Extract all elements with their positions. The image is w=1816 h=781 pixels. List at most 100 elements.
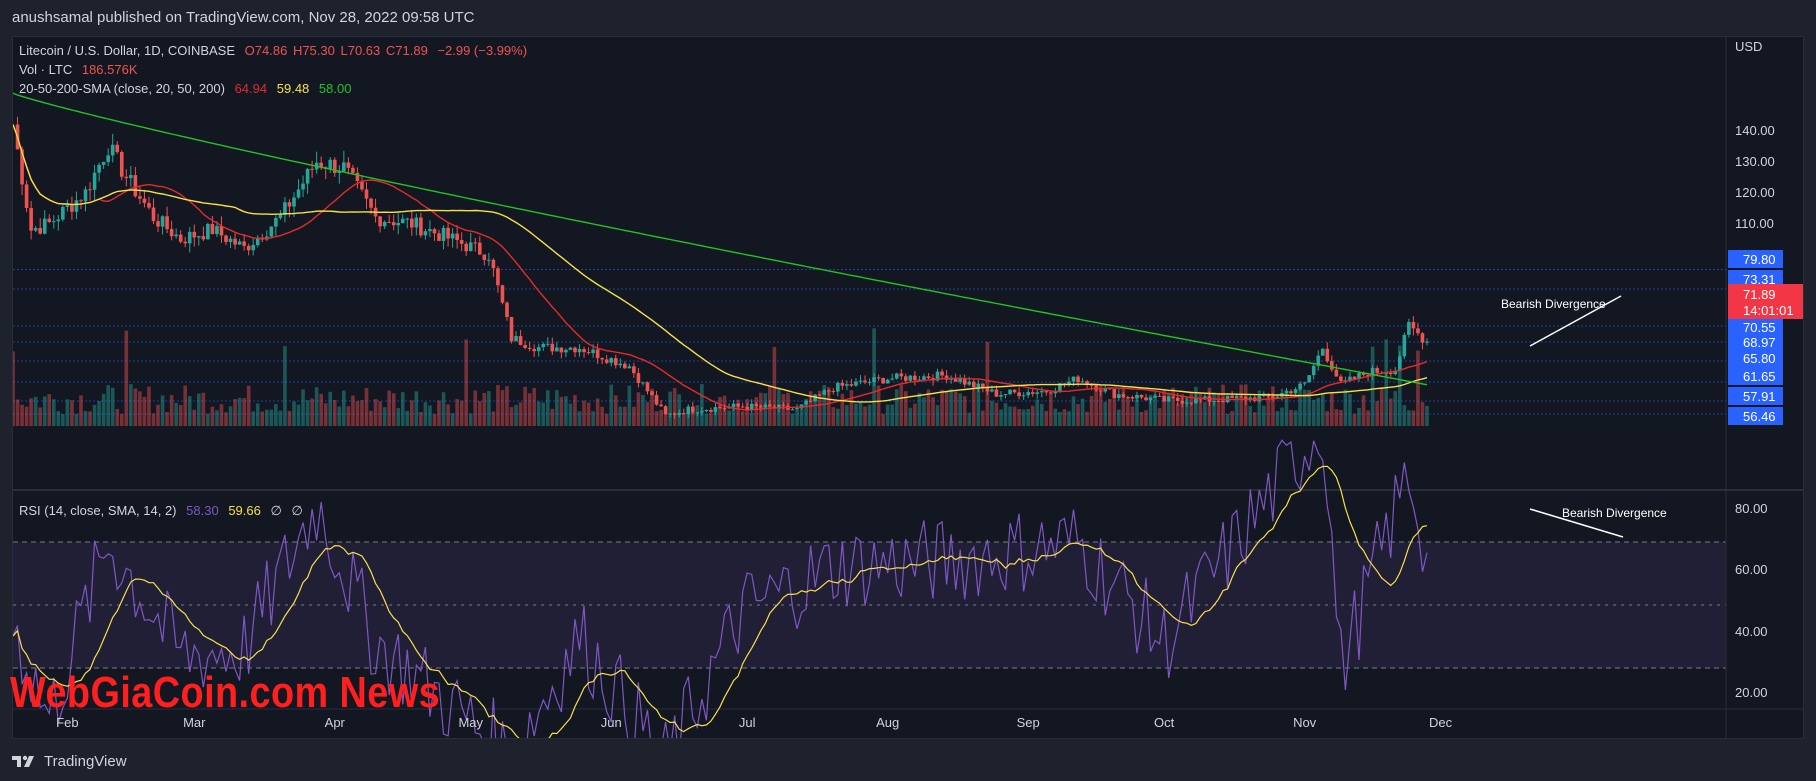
volume-bar — [985, 341, 990, 426]
volume-bar — [1289, 409, 1293, 426]
chart-frame[interactable]: Bearish Divergence Bearish Divergence US… — [12, 36, 1804, 739]
price-axis-tick: 140.00 — [1735, 123, 1775, 138]
candle-body — [410, 218, 414, 228]
candle-body — [1135, 394, 1139, 399]
candle-body — [119, 152, 124, 177]
candle-body — [971, 381, 976, 388]
candle-body — [165, 216, 169, 230]
volume-bar — [700, 384, 704, 426]
candle-body — [215, 225, 219, 235]
candle-body — [867, 382, 872, 384]
candle-body — [731, 403, 736, 407]
volume-bar — [314, 387, 319, 426]
ohlc-open: O74.86 — [244, 43, 288, 58]
volume-bar — [237, 398, 242, 426]
candle-body — [613, 358, 618, 366]
sma20-value: 64.94 — [234, 81, 268, 96]
candle-body — [781, 404, 786, 406]
volume-bar — [962, 396, 967, 426]
candle-body — [1185, 402, 1189, 404]
candle-body — [573, 347, 577, 353]
volume-bar — [496, 385, 500, 426]
candle-body — [473, 242, 478, 244]
symbol-name[interactable]: Litecoin / U.S. Dollar, 1D, COINBASE — [19, 43, 235, 58]
volume-bar — [274, 404, 278, 426]
volume-bar — [514, 404, 518, 426]
volume-bar — [151, 413, 156, 426]
candle-body — [183, 241, 188, 244]
candle-body — [641, 382, 645, 384]
footer-brand[interactable]: TradingView — [44, 753, 127, 770]
volume-bar — [487, 391, 491, 426]
time-axis-label: Sep — [1017, 715, 1040, 730]
candle-body — [1039, 391, 1044, 393]
volume-bar — [1330, 392, 1334, 426]
volume-bar — [464, 339, 469, 426]
volume-bar — [795, 410, 799, 426]
sma-label[interactable]: 20-50-200-SMA (close, 20, 50, 200) — [19, 81, 225, 96]
volume-bar — [1420, 402, 1425, 426]
candle-body — [169, 229, 174, 237]
rsi-label[interactable]: RSI (14, close, SMA, 14, 2) — [19, 503, 177, 518]
volume-bar — [894, 389, 899, 426]
candle-body — [487, 259, 491, 261]
candle-body — [904, 376, 908, 381]
chart-canvas[interactable]: Bearish Divergence Bearish Divergence US… — [13, 37, 1803, 738]
candle-body — [455, 233, 459, 241]
candle-body — [899, 373, 904, 377]
candle-body — [1112, 389, 1117, 399]
volume-bar — [364, 388, 369, 426]
candle-body — [301, 183, 305, 190]
candle-body — [718, 407, 722, 409]
candle-body — [1157, 395, 1162, 397]
candle-body — [414, 217, 419, 228]
volume-bar — [1039, 403, 1044, 426]
volume-bar — [20, 404, 24, 426]
candle-body — [29, 207, 33, 231]
volume-bar — [450, 413, 455, 426]
candle-body — [926, 376, 931, 379]
volume-bar — [1262, 405, 1266, 426]
candle-body — [124, 176, 129, 179]
volume-bar — [922, 397, 926, 426]
volume-bar — [142, 396, 147, 426]
volume-bar — [432, 413, 437, 426]
candle-body — [985, 388, 990, 392]
candle-body — [147, 202, 151, 208]
candle-body — [1425, 341, 1429, 343]
volume-bar — [944, 391, 949, 426]
volume-bar — [1135, 399, 1139, 426]
candle-body — [627, 366, 632, 369]
candle-body — [681, 413, 686, 415]
candle-body — [1221, 401, 1225, 403]
volume-bar — [419, 411, 423, 426]
volume-bar — [1198, 392, 1203, 426]
candle-body — [550, 343, 555, 352]
candle-body — [192, 231, 197, 238]
candle-body — [709, 409, 713, 412]
candle-body — [269, 226, 274, 237]
candle-body — [713, 407, 718, 412]
candle-body — [722, 408, 727, 410]
candle-body — [804, 400, 808, 405]
candle-body — [24, 184, 29, 208]
volume-bar — [242, 398, 246, 426]
volume-bar — [423, 402, 428, 426]
candle-body — [527, 347, 532, 350]
candle-body — [187, 231, 192, 244]
volume-bar — [373, 399, 378, 426]
volume-bar — [74, 413, 79, 426]
candle-body — [79, 200, 83, 202]
candle-body — [1307, 375, 1311, 383]
volume-bar — [446, 404, 450, 426]
candle-body — [677, 413, 682, 415]
candle-body — [758, 405, 763, 408]
candle-body — [890, 378, 895, 380]
volume-bar — [342, 390, 346, 426]
candle-body — [1130, 396, 1135, 399]
candle-body — [1175, 397, 1180, 401]
volume-bar — [1316, 397, 1321, 426]
volume-bar — [926, 389, 931, 426]
volume-label[interactable]: Vol · LTC — [19, 62, 72, 77]
volume-bar — [337, 406, 342, 426]
